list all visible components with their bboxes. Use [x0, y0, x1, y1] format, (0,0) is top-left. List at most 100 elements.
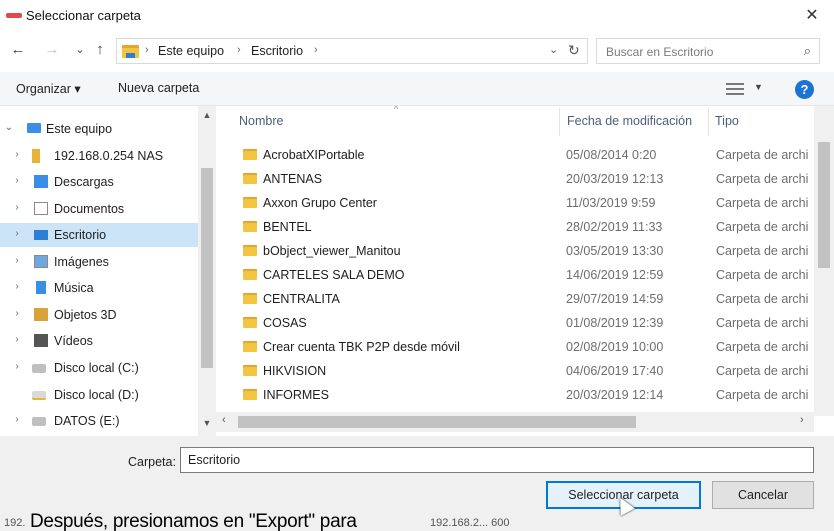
- desktop-folder-icon: [122, 45, 139, 58]
- table-row[interactable]: AcrobatXIPortable 05/08/2014 0:20 Carpeta …: [216, 143, 816, 167]
- forward-arrow-icon[interactable]: →: [42, 40, 62, 60]
- sidebar-item-datos-e[interactable]: › DATOS (E:): [0, 409, 198, 433]
- sidebar-item-objetos-3d[interactable]: › Objetos 3D: [0, 303, 198, 327]
- sidebar-item-escritorio[interactable]: › Escritorio: [0, 223, 198, 247]
- chevron-right-icon[interactable]: ›: [11, 414, 23, 425]
- file-name: bObject_viewer_Manitou: [263, 244, 401, 258]
- search-icon[interactable]: ⌕: [804, 43, 811, 59]
- drive-icon: [32, 417, 46, 426]
- file-type: Carpeta de archi: [716, 292, 809, 306]
- title-bar: Seleccionar carpeta ✕: [0, 0, 834, 32]
- search-input[interactable]: Buscar en Escritorio ⌕: [596, 38, 820, 64]
- file-date: 02/08/2019 10:00: [566, 340, 664, 354]
- view-dropdown-icon[interactable]: ▼: [754, 82, 763, 92]
- file-type: Carpeta de archi: [716, 244, 809, 258]
- sidebar-item-disco-d[interactable]: Disco local (D:): [0, 383, 198, 407]
- table-row[interactable]: bObject_viewer_Manitou 03/05/2019 13:30 Ca…: [216, 239, 816, 263]
- app-icon: [6, 13, 22, 18]
- sidebar-item-label: Vídeos: [54, 334, 93, 348]
- sidebar-item-videos[interactable]: › Vídeos: [0, 329, 198, 353]
- file-type: Carpeta de archi: [716, 220, 809, 234]
- scroll-left-icon[interactable]: ‹: [222, 414, 226, 426]
- sidebar-item-label: Descargas: [54, 175, 114, 189]
- file-list: ^ Nombre Fecha de modificación Tipo Acro…: [216, 106, 834, 436]
- sidebar-item-nas[interactable]: › 192.168.0.254 NAS: [0, 144, 198, 168]
- sidebar-item-label: Disco local (D:): [54, 388, 139, 402]
- drive-icon: [32, 391, 46, 400]
- breadcrumb-separator-icon: ›: [237, 44, 241, 56]
- table-row[interactable]: Axxon Grupo Center 11/03/2019 9:59 Carpeta…: [216, 191, 816, 215]
- folder-icon: [243, 341, 257, 352]
- breadcrumb-item-escritorio[interactable]: Escritorio: [251, 44, 303, 58]
- 3d-objects-icon: [34, 308, 48, 321]
- folder-name-input[interactable]: [180, 447, 814, 473]
- table-row[interactable]: Crear cuenta TBK P2P desde móvil 02/08/20…: [216, 335, 816, 359]
- scroll-up-icon[interactable]: ▲: [201, 110, 213, 120]
- new-folder-button[interactable]: Nueva carpeta: [118, 81, 199, 95]
- chevron-right-icon[interactable]: ›: [11, 175, 23, 186]
- file-date: 01/08/2019 12:39: [566, 316, 664, 330]
- file-date: 04/06/2019 17:40: [566, 364, 664, 378]
- scrollbar-thumb[interactable]: [238, 416, 636, 428]
- close-icon[interactable]: ✕: [800, 5, 824, 27]
- chevron-right-icon[interactable]: ›: [11, 202, 23, 213]
- scrollbar-thumb[interactable]: [201, 168, 213, 368]
- chevron-right-icon[interactable]: ›: [11, 281, 23, 292]
- sidebar-item-disco-c[interactable]: › Disco local (C:): [0, 356, 198, 380]
- sidebar-item-este-equipo[interactable]: ⌄ Este equipo: [0, 117, 198, 141]
- recent-locations-chevron-icon[interactable]: ⌄: [70, 40, 90, 60]
- file-type: Carpeta de archi: [716, 268, 809, 282]
- table-row[interactable]: COSAS 01/08/2019 12:39 Carpeta de archi: [216, 311, 816, 335]
- sidebar-item-descargas[interactable]: › Descargas: [0, 170, 198, 194]
- table-row[interactable]: ANTENAS 20/03/2019 12:13 Carpeta de archi: [216, 167, 816, 191]
- folder-icon: [243, 149, 257, 160]
- column-header-type[interactable]: Tipo: [715, 114, 739, 128]
- sidebar-item-documentos[interactable]: › Documentos: [0, 197, 198, 221]
- scrollbar-thumb[interactable]: [818, 142, 830, 268]
- folder-icon: [243, 245, 257, 256]
- table-row[interactable]: BENTEL 28/02/2019 11:33 Carpeta de archi: [216, 215, 816, 239]
- sidebar-item-musica[interactable]: › Música: [0, 276, 198, 300]
- column-header-name[interactable]: Nombre: [239, 114, 283, 128]
- table-row[interactable]: HIKVISION 04/06/2019 17:40 Carpeta de arch…: [216, 359, 816, 383]
- file-name: ANTENAS: [263, 172, 323, 186]
- table-row[interactable]: INFORMES 20/03/2019 12:14 Carpeta de archi: [216, 383, 816, 407]
- breadcrumb-separator-icon: ›: [314, 44, 318, 56]
- help-icon[interactable]: ?: [795, 80, 814, 99]
- view-options-icon[interactable]: [726, 82, 746, 96]
- folder-icon: [243, 173, 257, 184]
- sidebar-scrollbar[interactable]: ▲ ▼: [198, 106, 216, 436]
- chevron-right-icon[interactable]: ›: [11, 255, 23, 266]
- chevron-right-icon[interactable]: ›: [11, 308, 23, 319]
- file-type: Carpeta de archi: [716, 340, 809, 354]
- cancel-button[interactable]: Cancelar: [712, 481, 814, 509]
- address-bar[interactable]: › Este equipo › Escritorio › ⌄ ↻: [116, 38, 588, 64]
- file-list-horizontal-scrollbar[interactable]: ‹ ›: [216, 412, 814, 432]
- sidebar-item-imagenes[interactable]: › Imágenes: [0, 250, 198, 274]
- up-arrow-icon[interactable]: ↑: [90, 40, 110, 60]
- chevron-right-icon[interactable]: ›: [11, 149, 23, 160]
- file-list-scrollbar[interactable]: [814, 106, 834, 416]
- column-header-date[interactable]: Fecha de modificación: [567, 114, 692, 128]
- file-type: Carpeta de archi: [716, 172, 809, 186]
- file-name: Axxon Grupo Center: [263, 196, 377, 210]
- breadcrumb-item-este-equipo[interactable]: Este equipo: [158, 44, 224, 58]
- refresh-icon[interactable]: ↻: [568, 42, 580, 59]
- chevron-down-icon[interactable]: ⌄: [3, 122, 15, 133]
- organize-button[interactable]: Organizar ▾: [16, 81, 81, 96]
- sidebar-item-label: Objetos 3D: [54, 308, 117, 322]
- back-arrow-icon[interactable]: ←: [8, 40, 28, 60]
- sort-indicator-icon: ^: [394, 106, 399, 114]
- table-row[interactable]: CARTELES SALA DEMO 14/06/2019 12:59 Carpet…: [216, 263, 816, 287]
- address-dropdown-icon[interactable]: ⌄: [549, 43, 558, 56]
- folder-icon: [243, 365, 257, 376]
- chevron-right-icon[interactable]: ›: [11, 334, 23, 345]
- scroll-down-icon[interactable]: ▼: [201, 418, 213, 428]
- file-date: 11/03/2019 9:59: [566, 196, 656, 210]
- table-row[interactable]: CENTRALITA 29/07/2019 14:59 Carpeta de arc…: [216, 287, 816, 311]
- scroll-right-icon[interactable]: ›: [800, 414, 804, 426]
- chevron-right-icon[interactable]: ›: [11, 228, 23, 239]
- chevron-right-icon[interactable]: ›: [11, 361, 23, 372]
- folder-icon: [243, 269, 257, 280]
- file-type: Carpeta de archi: [716, 196, 809, 210]
